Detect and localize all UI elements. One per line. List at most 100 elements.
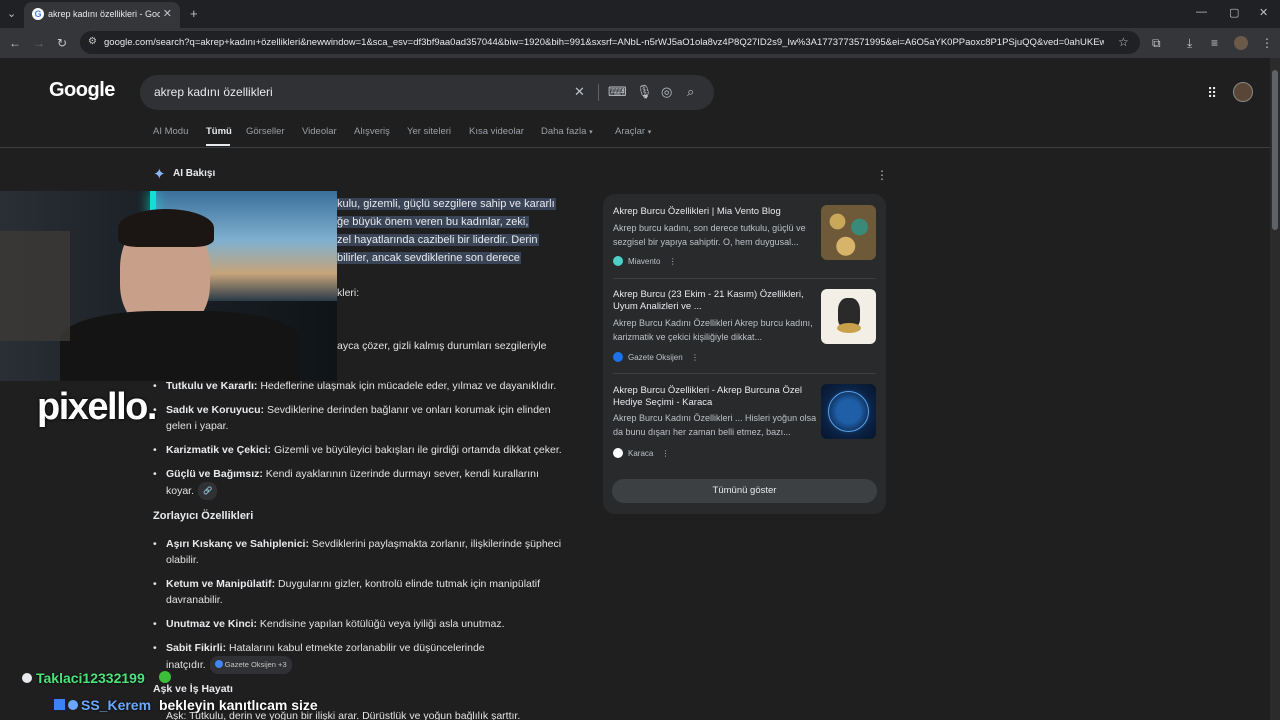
site-favicon-icon: [613, 448, 623, 458]
list-item-text: Kendisine yapılan kötülüğü veya iyiliği …: [257, 618, 505, 630]
menu-icon[interactable]: ⋮: [1261, 35, 1273, 51]
lens-icon[interactable]: ◎: [661, 84, 672, 100]
source-thumbnail[interactable]: [821, 384, 876, 439]
webcam-person-shirt: [60, 311, 300, 381]
media-icon[interactable]: ≡: [1211, 35, 1218, 51]
source-snippet: Akrep Burcu Kadını Özellikleri ... Hisle…: [613, 413, 817, 437]
minimize-icon[interactable]: —: [1196, 6, 1207, 18]
caret-down-icon: ▾: [589, 129, 593, 136]
profile-avatar[interactable]: [1234, 36, 1248, 50]
browser-tab[interactable]: G akrep kadını özellikleri - Google ✕: [24, 2, 180, 28]
close-tab-icon[interactable]: ✕: [163, 7, 172, 20]
link-icon[interactable]: 🔗: [198, 482, 218, 500]
ai-partial-text: ayca çözer, gizli kalmış durumları sezgi…: [337, 340, 547, 352]
source-site: Gazete Oksijen ⋮: [613, 352, 699, 362]
new-tab-icon[interactable]: +: [190, 6, 198, 21]
chat-message: SS_Kerem bekleyin kanıtlıcam size: [54, 697, 318, 713]
reload-icon[interactable]: ↻: [57, 35, 67, 51]
webcam-overlay: [0, 191, 337, 381]
user-badge-icon: [22, 673, 32, 683]
google-favicon-icon: G: [32, 8, 44, 20]
microphone-icon[interactable]: 🎙: [636, 84, 653, 100]
header-divider: [0, 147, 1270, 148]
account-avatar[interactable]: [1233, 82, 1253, 102]
list-item-text: Gizemli ve büyüleyici bakışları ile gird…: [271, 444, 562, 456]
tab-tools[interactable]: Araçlar ▾: [615, 126, 651, 137]
tab-search-icon[interactable]: ⌄: [7, 7, 16, 20]
tab-ai-mode[interactable]: AI Modu: [153, 126, 188, 137]
search-results-page: Google akrep kadını özellikleri ✕ ⌨ 🎙 ◎ …: [0, 58, 1270, 720]
ai-sparkle-icon: ✦: [153, 166, 166, 183]
site-name: Gazete Oksijen: [628, 353, 683, 362]
source-title[interactable]: Akrep Burcu (23 Ekim - 21 Kasım) Özellik…: [613, 289, 818, 313]
tab-more[interactable]: Daha fazla ▾: [541, 126, 593, 137]
scrollbar-thumb[interactable]: [1272, 70, 1278, 230]
ai-intro: kulu, gizemli, güçlü sezgilere sahip ve …: [336, 194, 576, 266]
chat-username: SS_Kerem: [81, 697, 152, 713]
list-item: Unutmaz ve Kinci: Kendisine yapılan kötü…: [153, 616, 586, 632]
show-all-button[interactable]: Tümünü göster: [612, 479, 877, 503]
download-icon[interactable]: ⤓: [1187, 35, 1192, 51]
site-name: Miavento: [628, 257, 661, 266]
site-info-icon[interactable]: ⚙: [88, 36, 97, 47]
list-item-title: Sadık ve Koruyucu:: [166, 404, 265, 416]
search-icon[interactable]: ⌕: [687, 84, 694, 100]
tab-more-label: Daha fazla: [541, 126, 587, 137]
tab-title: akrep kadını özellikleri - Google: [48, 9, 160, 19]
chat-message: Taklaci12332199: [22, 670, 171, 686]
sources-panel: Akrep Burcu Özellikleri | Mia Vento Blog…: [603, 194, 886, 514]
section-heading: Zorlayıcı Özellikleri: [153, 510, 254, 522]
tab-places[interactable]: Yer siteleri: [407, 126, 451, 137]
tab-short-videos[interactable]: Kısa videolar: [469, 126, 524, 137]
list-item-title: Ketum ve Manipülatif:: [166, 578, 276, 590]
search-box[interactable]: akrep kadını özellikleri ✕ ⌨ 🎙 ◎ ⌕: [140, 75, 714, 110]
search-divider: [598, 84, 599, 101]
scrollbar[interactable]: [1270, 58, 1280, 720]
more-options-icon[interactable]: ⋮: [669, 257, 677, 266]
source-card[interactable]: Akrep Burcu Özellikleri - Akrep Burcuna …: [603, 373, 886, 469]
site-name: Karaca: [628, 449, 654, 458]
tab-images[interactable]: Görseller: [246, 126, 285, 137]
citation-chip[interactable]: Gazete Oksijen +3: [209, 656, 292, 674]
source-thumbnail[interactable]: [821, 289, 876, 344]
scorpion-figure: [837, 323, 861, 333]
keyboard-icon[interactable]: ⌨: [608, 84, 627, 100]
close-window-icon[interactable]: ✕: [1259, 6, 1268, 19]
list-item: Karizmatik ve Çekici: Gizemli ve büyüley…: [153, 442, 586, 458]
maximize-icon[interactable]: ▢: [1229, 6, 1239, 19]
back-icon[interactable]: ←: [9, 35, 21, 51]
more-options-icon[interactable]: ⋮: [662, 449, 670, 458]
address-bar[interactable]: ⚙ google.com/search?q=akrep+kadını+özell…: [80, 31, 1140, 54]
more-options-icon[interactable]: ⋮: [691, 353, 699, 362]
source-thumbnail[interactable]: [821, 205, 876, 260]
source-snippet: Akrep burcu kadını, son derece tutkulu, …: [613, 223, 806, 247]
list-item-text: Hedeflerine ulaşmak için mücadele eder, …: [257, 380, 557, 392]
source-card[interactable]: Akrep Burcu (23 Ekim - 21 Kasım) Özellik…: [603, 278, 886, 373]
site-favicon-icon: [613, 256, 623, 266]
list-item-title: Sabit Fikirli:: [166, 642, 227, 654]
ai-intro-line: ğe büyük önem veren bu kadınlar, zeki,: [336, 216, 530, 228]
tab-bar: ⌄ G akrep kadını özellikleri - Google ✕ …: [0, 0, 1280, 28]
list-item-title: Aşırı Kıskanç ve Sahiplenici:: [166, 538, 309, 550]
zodiac-ring: [828, 391, 869, 432]
source-site: Miavento ⋮: [613, 256, 677, 266]
user-badge-icon: [68, 700, 78, 710]
forward-icon[interactable]: →: [33, 35, 45, 51]
google-logo[interactable]: Google: [49, 79, 115, 102]
chat-text: bekleyin kanıtlıcam size: [158, 697, 318, 713]
tab-shopping[interactable]: Alışveriş: [354, 126, 390, 137]
bookmark-star-icon[interactable]: ☆: [1118, 35, 1129, 49]
list-item: Sadık ve Koruyucu: Sevdiklerine derinden…: [153, 402, 571, 434]
list-item: Aşırı Kıskanç ve Sahiplenici: Sevdikleri…: [153, 536, 576, 568]
ai-more-options-icon[interactable]: ⋮: [876, 168, 888, 182]
source-card[interactable]: Akrep Burcu Özellikleri | Mia Vento Blog…: [603, 194, 886, 278]
tab-videos[interactable]: Videolar: [302, 126, 337, 137]
tab-all[interactable]: Tümü: [206, 126, 232, 137]
extensions-icon[interactable]: ⧉: [1152, 35, 1161, 51]
ai-intro-line: kulu, gizemli, güçlü sezgilere sahip ve …: [336, 198, 556, 210]
source-title[interactable]: Akrep Burcu Özellikleri - Akrep Burcuna …: [613, 385, 818, 409]
source-title[interactable]: Akrep Burcu Özellikleri | Mia Vento Blog: [613, 206, 818, 218]
clear-icon[interactable]: ✕: [574, 84, 585, 100]
apps-grid-icon[interactable]: ⠿: [1207, 85, 1217, 102]
search-input[interactable]: akrep kadını özellikleri: [154, 85, 273, 99]
